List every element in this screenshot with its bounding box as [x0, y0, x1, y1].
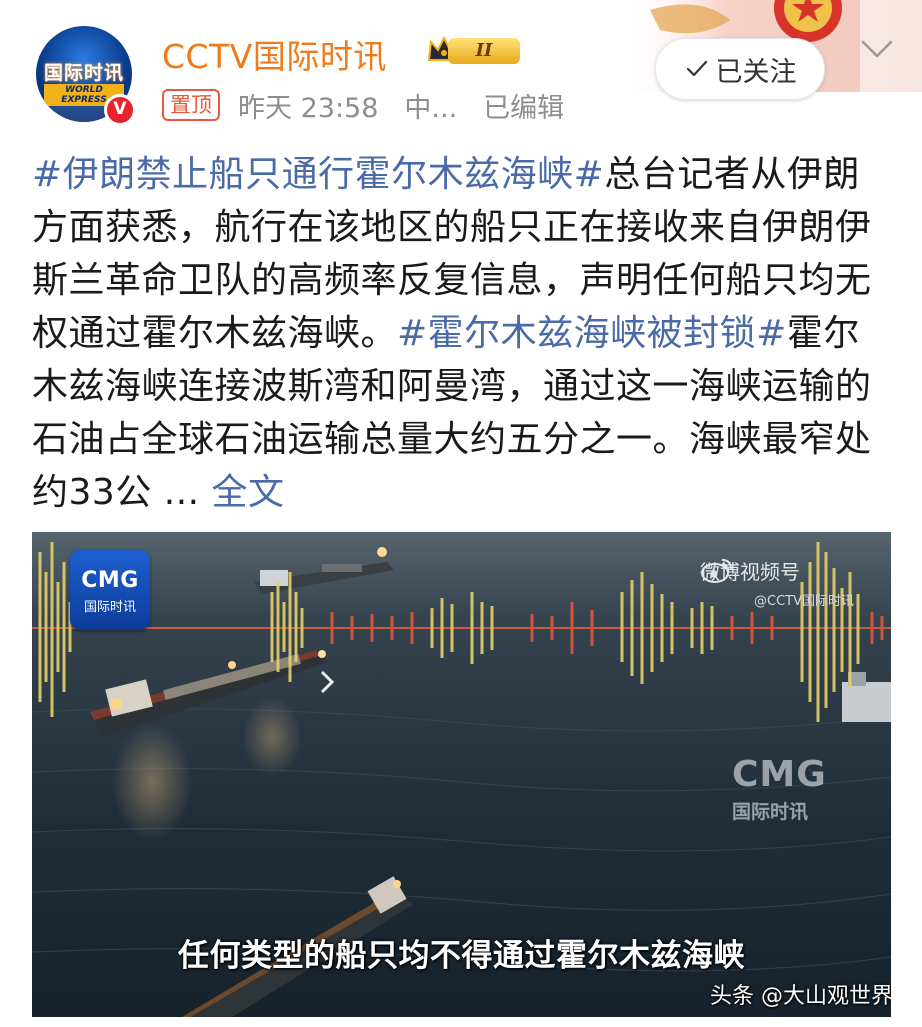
cmg-logo: CMG 国际时讯 — [70, 550, 150, 630]
video-player[interactable]: CMG 国际时讯 微博视频号 @CCTV国际时讯 CMG 国际时讯 任何类型的船… — [32, 532, 891, 1017]
weibo-video-label: 微博视频号 — [700, 556, 800, 585]
source-credit: 头条 @大山观世界 — [710, 984, 891, 1009]
cmg-watermark: CMG 国际时讯 — [732, 754, 827, 823]
video-subtitle: 任何类型的船只均不得通过霍尔木兹海峡 — [178, 938, 745, 974]
username[interactable]: CCTV国际时讯 — [162, 30, 387, 78]
avatar-text: 国际时讯 — [43, 62, 124, 84]
hashtag-link[interactable]: #伊朗禁止船只通行霍尔木兹海峡# — [32, 154, 604, 195]
post-body: #伊朗禁止船只通行霍尔木兹海峡#总台记者从伊朗方面获悉，航行在该地区的船只正在接… — [32, 148, 894, 519]
follow-button[interactable]: 已关注 — [655, 38, 825, 100]
chevron-down-icon[interactable] — [857, 34, 897, 64]
post-header: 国际时讯 WORLD EXPRESS V CCTV国际时讯 II 置顶 昨天 2… — [0, 0, 922, 140]
edited-label[interactable]: 已编辑 — [483, 86, 564, 125]
level-badge[interactable]: II — [426, 34, 522, 68]
level-badge-label: II — [448, 38, 520, 64]
timestamp: 昨天 23:58 — [238, 92, 379, 124]
read-more-link[interactable]: 全文 — [212, 472, 285, 513]
pinned-tag: 置顶 — [162, 89, 220, 121]
verified-badge: V — [104, 94, 136, 126]
hashtag-link[interactable]: #霍尔木兹海峡被封锁# — [397, 313, 787, 354]
avatar[interactable]: 国际时讯 WORLD EXPRESS V — [36, 26, 136, 126]
follow-button-label: 已关注 — [715, 56, 797, 88]
post-meta: 置顶 昨天 23:58 中... 已编辑 — [162, 86, 590, 124]
check-icon — [686, 60, 707, 77]
weibo-icon — [701, 559, 732, 583]
post-source: 中... — [404, 92, 458, 124]
weibo-handle: @CCTV国际时讯 — [754, 594, 854, 609]
